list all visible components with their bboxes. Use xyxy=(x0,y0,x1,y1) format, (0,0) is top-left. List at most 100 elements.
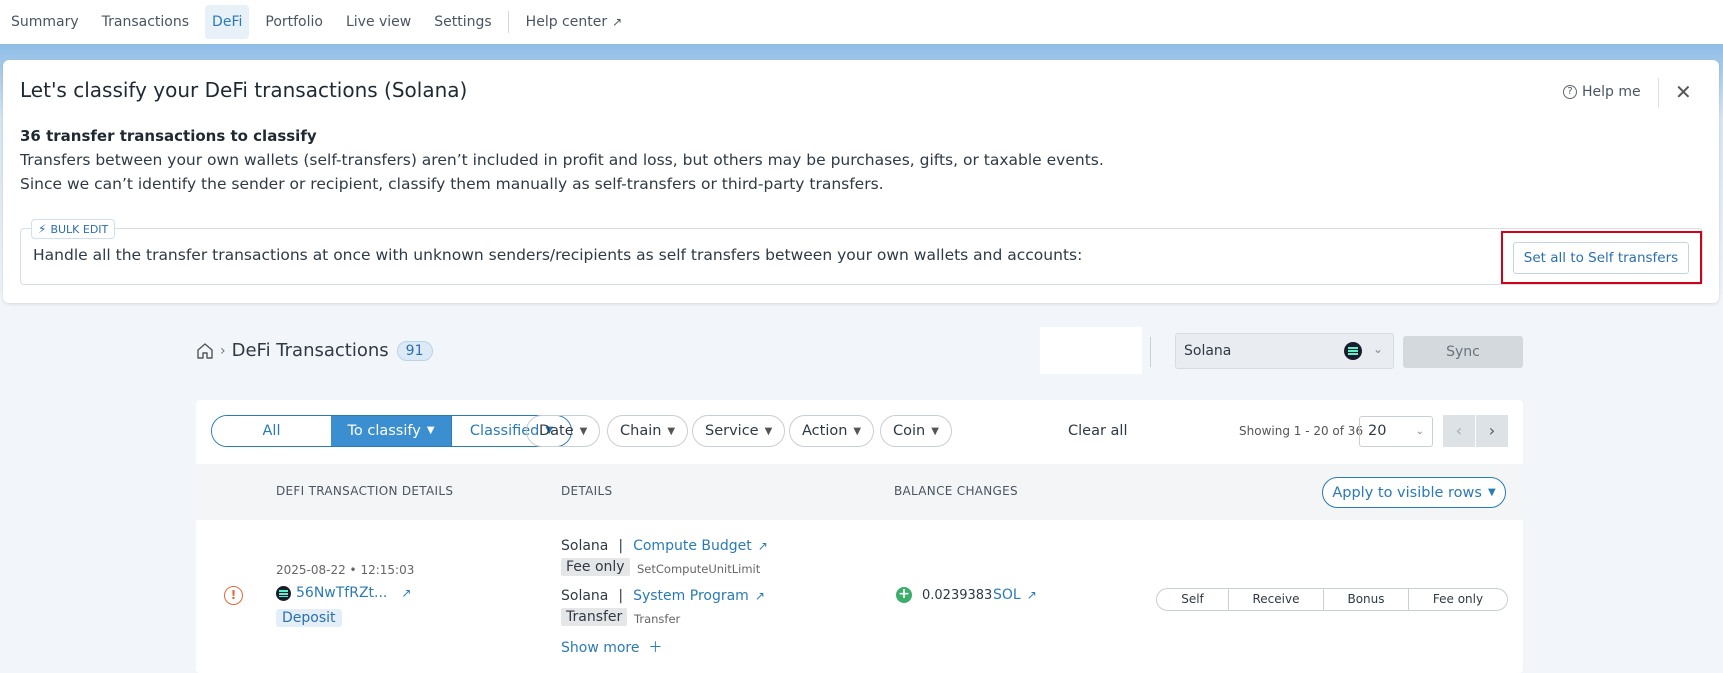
transaction-hash: 56NwTfRZt... xyxy=(296,585,388,601)
segment-to-classify[interactable]: To classify ▼ xyxy=(331,416,451,446)
table-header: DEFI TRANSACTION DETAILS DETAILS BALANCE… xyxy=(196,464,1523,520)
header-balance-changes: BALANCE CHANGES xyxy=(894,484,1018,498)
segment-to-classify-label: To classify xyxy=(347,423,421,439)
detail-line-2: Solana | System Program ↗ xyxy=(561,588,765,604)
transaction-hash-link[interactable]: 56NwTfRZt... ↗ xyxy=(276,585,411,601)
chain-select[interactable]: Solana ⌄ xyxy=(1175,333,1394,369)
detail-chain: Solana xyxy=(561,538,609,554)
panel-description-2: Since we can’t identify the sender or re… xyxy=(20,175,884,193)
question-icon: ? xyxy=(1563,85,1577,99)
chain-select-value: Solana xyxy=(1184,343,1232,359)
filter-date-label: Date xyxy=(539,423,574,439)
external-link-icon[interactable]: ↗ xyxy=(1027,588,1037,602)
sync-button[interactable]: Sync xyxy=(1403,336,1523,368)
bulk-edit-box: ⚡ BULK EDIT Handle all the transfer tran… xyxy=(20,219,1703,285)
home-icon[interactable] xyxy=(196,342,214,360)
detail-instruction: SetComputeUnitLimit xyxy=(637,562,761,576)
transaction-date: 2025-08-22 • 12:15:03 xyxy=(276,563,415,577)
option-self[interactable]: Self xyxy=(1157,589,1228,610)
lightning-icon: ⚡ xyxy=(38,222,47,236)
transactions-card: All To classify ▼ Classified ▼ Date ▼ Chain… xyxy=(196,400,1523,673)
coin-link[interactable]: SOL ↗ xyxy=(993,587,1037,603)
option-bonus[interactable]: Bonus xyxy=(1323,589,1408,610)
filter-chain-label: Chain xyxy=(620,423,662,439)
detail-tag: Transfer xyxy=(561,608,628,626)
help-me-label: Help me xyxy=(1582,84,1641,100)
detail-program-link[interactable]: Compute Budget xyxy=(633,538,752,554)
page-size-select[interactable]: 20 ⌄ xyxy=(1359,416,1433,447)
segment-all[interactable]: All xyxy=(212,416,331,446)
filter-date[interactable]: Date ▼ xyxy=(526,415,601,447)
segment-all-label: All xyxy=(262,423,281,439)
bulk-edit-badge: ⚡ BULK EDIT xyxy=(31,219,116,239)
apply-to-visible-rows-button[interactable]: Apply to visible rows ▼ xyxy=(1322,477,1506,508)
tab-defi[interactable]: DeFi xyxy=(205,5,250,39)
nav-divider xyxy=(507,11,509,33)
external-link-icon: ↗ xyxy=(612,15,623,29)
tab-live-view[interactable]: Live view xyxy=(339,5,418,39)
tab-transactions[interactable]: Transactions xyxy=(95,5,196,39)
page-size-value: 20 xyxy=(1368,423,1387,439)
detail-separator: | xyxy=(618,588,624,604)
panel-title: Let's classify your DeFi transactions (S… xyxy=(20,78,468,102)
chevron-down-icon: ▼ xyxy=(667,425,676,437)
prev-page-button[interactable]: ‹ xyxy=(1443,415,1475,447)
chevron-down-icon: ▼ xyxy=(853,425,862,437)
help-me-button[interactable]: ? Help me xyxy=(1563,84,1641,100)
chevron-down-icon: ▼ xyxy=(931,425,939,437)
next-page-button[interactable]: › xyxy=(1476,415,1508,447)
filter-chain[interactable]: Chain ▼ xyxy=(607,415,689,447)
header-defi-details: DEFI TRANSACTION DETAILS xyxy=(276,484,454,498)
blank-area xyxy=(1040,327,1142,374)
filter-service[interactable]: Service ▼ xyxy=(692,415,786,447)
apply-button-label: Apply to visible rows xyxy=(1332,484,1482,501)
classification-options: Self Receive Bonus Fee only xyxy=(1156,588,1508,611)
filter-coin[interactable]: Coin ▼ xyxy=(880,415,952,447)
solana-icon xyxy=(276,585,291,601)
panel-description-1: Transfers between your own wallets (self… xyxy=(20,151,1104,169)
bulk-edit-label: BULK EDIT xyxy=(50,222,109,236)
tab-summary[interactable]: Summary xyxy=(4,5,86,39)
show-more-button[interactable]: Show more ＋ xyxy=(561,637,662,657)
detail-program-link[interactable]: System Program xyxy=(633,588,749,604)
option-receive[interactable]: Receive xyxy=(1228,589,1323,610)
detail-separator: | xyxy=(618,538,624,554)
filter-action[interactable]: Action ▼ xyxy=(789,415,875,447)
detail-tag: Fee only xyxy=(561,558,630,576)
chevron-down-icon: ⌄ xyxy=(1373,342,1384,356)
help-center-label: Help center xyxy=(525,14,608,30)
external-link-icon[interactable]: ↗ xyxy=(758,539,768,553)
detail-instruction: Transfer xyxy=(634,612,681,626)
external-link-icon[interactable]: ↗ xyxy=(755,589,765,603)
filter-coin-label: Coin xyxy=(893,423,926,439)
page-title: DeFi Transactions xyxy=(231,340,389,361)
plus-icon: ＋ xyxy=(643,640,663,656)
option-fee-only[interactable]: Fee only xyxy=(1408,589,1507,610)
detail-chain: Solana xyxy=(561,588,609,604)
help-center-link[interactable]: Help center ↗ xyxy=(519,5,629,39)
warning-icon: ! xyxy=(224,586,243,605)
incoming-plus-icon: + xyxy=(896,587,912,603)
toolbar-divider xyxy=(1150,337,1151,367)
bulk-edit-text: Handle all the transfer transactions at … xyxy=(33,246,1083,264)
filter-service-label: Service xyxy=(705,423,759,439)
filter-action-label: Action xyxy=(802,423,848,439)
chevron-down-icon: ⌄ xyxy=(1415,426,1424,437)
detail-line-1: Solana | Compute Budget ↗ xyxy=(561,538,768,554)
external-link-icon[interactable]: ↗ xyxy=(401,586,411,600)
tab-settings[interactable]: Settings xyxy=(427,5,498,39)
top-nav: Summary Transactions DeFi Portfolio Live… xyxy=(0,0,1723,44)
tab-portfolio[interactable]: Portfolio xyxy=(258,5,330,39)
set-all-self-transfers-button[interactable]: Set all to Self transfers xyxy=(1513,242,1689,274)
status-segmented-control: All To classify ▼ Classified ▼ xyxy=(211,415,572,447)
breadcrumb: › DeFi Transactions 91 xyxy=(196,340,433,361)
clear-all-button[interactable]: Clear all xyxy=(1068,423,1127,439)
transaction-count-badge: 91 xyxy=(396,340,433,361)
close-icon[interactable]: ✕ xyxy=(1675,82,1692,102)
panel-divider xyxy=(1658,78,1659,108)
header-details: DETAILS xyxy=(561,484,613,498)
show-more-label: Show more xyxy=(561,640,640,656)
transaction-type-badge: Deposit xyxy=(276,609,342,627)
chevron-down-icon: ▼ xyxy=(426,425,435,436)
pagination-summary: Showing 1 - 20 of 36 xyxy=(1239,424,1364,438)
